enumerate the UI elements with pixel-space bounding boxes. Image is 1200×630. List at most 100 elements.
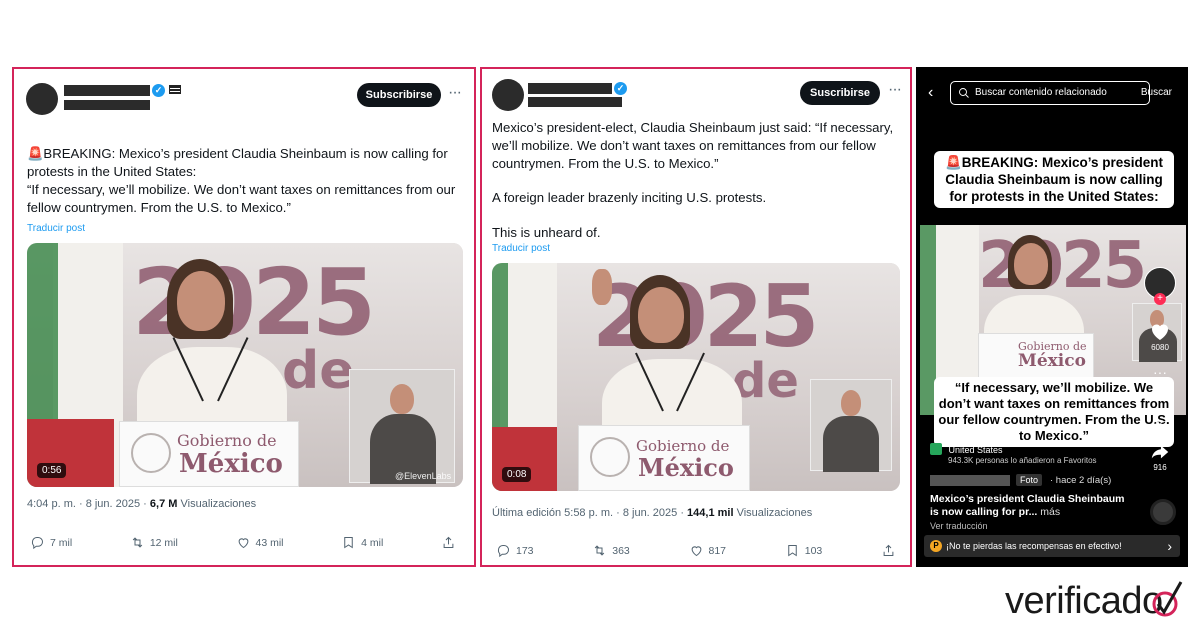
- retweet-count: 12 mil: [149, 536, 178, 549]
- comment-count: 782: [1153, 420, 1167, 429]
- verificado-logo: verificado: [1005, 580, 1163, 622]
- redacted-username: [930, 475, 1010, 486]
- share-count: 916: [1153, 463, 1167, 472]
- heart-icon[interactable]: [1148, 319, 1172, 343]
- photo-label: Foto: [1020, 475, 1039, 485]
- description-text: Mexico’s president Claudia Sheinbaum is …: [930, 493, 1125, 518]
- post-age: · hace 2 día(s): [1050, 475, 1112, 486]
- bookmark-icon: [788, 545, 797, 557]
- location-sub: 943.3K personas lo añadieron a Favoritos: [948, 456, 1097, 465]
- more-link[interactable]: más: [1040, 506, 1060, 518]
- share-arrow-icon[interactable]: [1149, 441, 1171, 463]
- more-options-icon[interactable]: ···: [888, 81, 902, 99]
- chevron-right-icon: ›: [1167, 538, 1172, 554]
- tweet-text: 🚨BREAKING: Mexico’s president Claudia Sh…: [27, 127, 457, 181]
- see-translation-link[interactable]: Ver traducción: [930, 521, 988, 531]
- tweet-actions: 7 mil 12 mil 43 mil 4 mil: [14, 535, 474, 550]
- views-label: Visualizaciones: [736, 507, 813, 519]
- tweet-text-para-3: This is unheard of.: [492, 225, 601, 240]
- video-duration: 0:08: [502, 467, 532, 482]
- video-duration: 0:56: [37, 463, 67, 478]
- bookmark-count: 4 mil: [361, 536, 384, 549]
- gobierno-text-line1: Gobierno de: [177, 431, 277, 450]
- watermark-text: @ElevenLabs: [395, 471, 452, 481]
- like-count: 43 mil: [255, 536, 284, 549]
- search-button[interactable]: Buscar: [1141, 81, 1172, 105]
- rewards-banner[interactable]: P ¡No te pierdas las recompensas en efec…: [924, 535, 1180, 557]
- share-button[interactable]: [441, 535, 456, 550]
- translate-post-link[interactable]: Traducir post: [27, 223, 85, 234]
- tweet-meta: Última edición 5:58 p. m. · 8 jun. 2025 …: [492, 507, 812, 519]
- tweet-panel-2: ✓ Suscribirse ··· Mexico’s president-ele…: [480, 67, 912, 567]
- bookmark-icon: [344, 537, 353, 549]
- back-arrow-icon[interactable]: ‹: [928, 83, 933, 103]
- share-icon: [883, 544, 894, 556]
- views-label: Visualizaciones: [180, 498, 257, 510]
- tweet-actions: 173 363 817 103: [482, 543, 910, 558]
- video-player[interactable]: 2025 de Gobierno de México @ElevenLabs 0…: [27, 243, 463, 487]
- timestamp[interactable]: Última edición 5:58 p. m. · 8 jun. 2025 …: [492, 507, 684, 519]
- sign-language-interpreter: [349, 369, 455, 484]
- coin-icon: P: [930, 540, 942, 552]
- sign-language-interpreter: [810, 379, 892, 472]
- avatar[interactable]: [492, 79, 524, 111]
- redacted-handle: [64, 100, 150, 110]
- banner-2025-text: 2025: [978, 229, 1147, 303]
- tweet-text-para-2: A foreign leader brazenly inciting U.S. …: [492, 190, 767, 205]
- retweet-count: 363: [612, 544, 630, 557]
- subscribe-button[interactable]: Subscribirse: [357, 83, 441, 107]
- like-button[interactable]: 43 mil: [236, 535, 284, 550]
- views-count: 144,1 mil: [687, 507, 734, 519]
- reply-icon: [497, 545, 509, 558]
- video-player[interactable]: 2025 de Gobierno de México 0:08: [492, 263, 900, 491]
- views-count: 6,7 M: [149, 498, 178, 510]
- redacted-display-name: [64, 85, 150, 96]
- reply-icon: [31, 537, 43, 550]
- retweet-button[interactable]: 363: [592, 543, 630, 558]
- bookmark-button[interactable]: 103: [785, 543, 822, 558]
- siren-emoji: 🚨: [27, 146, 44, 161]
- tiktok-panel: ‹ Buscar contenido relacionado Buscar 20…: [916, 67, 1188, 567]
- retweet-icon: [132, 537, 143, 548]
- tiktok-search-bar: ‹ Buscar contenido relacionado Buscar: [928, 81, 1176, 107]
- gobierno-text-line2: México: [638, 453, 734, 482]
- gobierno-text-line1: Gobierno de: [636, 437, 730, 455]
- subscribe-button[interactable]: Suscribirse: [800, 81, 880, 105]
- follow-plus-icon[interactable]: +: [1154, 293, 1166, 305]
- promo-text: ¡No te pierdas las recompensas en efecti…: [946, 541, 1122, 551]
- like-count: 817: [708, 544, 727, 557]
- retweet-icon: [595, 545, 605, 556]
- heart-icon: [691, 546, 701, 557]
- location-icon: [930, 443, 942, 455]
- translate-post-link[interactable]: Traducir post: [492, 243, 550, 254]
- retweet-button[interactable]: 12 mil: [130, 535, 178, 550]
- avatar[interactable]: [26, 83, 58, 115]
- post-description: Mexico’s president Claudia Sheinbaum is …: [930, 493, 1130, 519]
- more-options-icon[interactable]: ···: [448, 84, 462, 102]
- bookmark-button[interactable]: 4 mil: [341, 535, 383, 550]
- heart-icon: [238, 538, 248, 549]
- gobierno-text-line2: México: [1018, 351, 1086, 371]
- share-button[interactable]: [881, 543, 896, 558]
- reply-button[interactable]: 7 mil: [30, 535, 72, 550]
- location-name: United States: [948, 445, 1003, 455]
- tweet-text-para-1: Mexico’s president-elect, Claudia Sheinb…: [492, 120, 894, 171]
- gobierno-text-line2: México: [179, 449, 283, 479]
- tiktok-side-actions: + 6080 ··· 782 916: [1144, 267, 1176, 472]
- raised-hand: [592, 269, 612, 305]
- redacted-display-name: [528, 83, 612, 94]
- music-disc-icon[interactable]: [1150, 499, 1176, 525]
- like-button[interactable]: 817: [689, 543, 727, 558]
- comment-dots-icon[interactable]: ···: [1153, 364, 1167, 380]
- reply-button[interactable]: 173: [496, 543, 534, 558]
- tweet-meta: 4:04 p. m. · 8 jun. 2025 · 6,7 M Visuali…: [27, 498, 256, 510]
- search-input[interactable]: Buscar contenido relacionado: [950, 81, 1150, 105]
- tweet-text-para-1: BREAKING: Mexico’s president Claudia She…: [27, 146, 448, 179]
- timestamp[interactable]: 4:04 p. m. · 8 jun. 2025 ·: [27, 498, 147, 510]
- redacted-handle: [528, 97, 622, 107]
- like-count: 6080: [1151, 343, 1169, 352]
- share-icon: [443, 536, 454, 548]
- flag-icon: [169, 85, 181, 94]
- checkmark-icon: [1152, 581, 1183, 617]
- location-row[interactable]: United States: [930, 443, 1003, 455]
